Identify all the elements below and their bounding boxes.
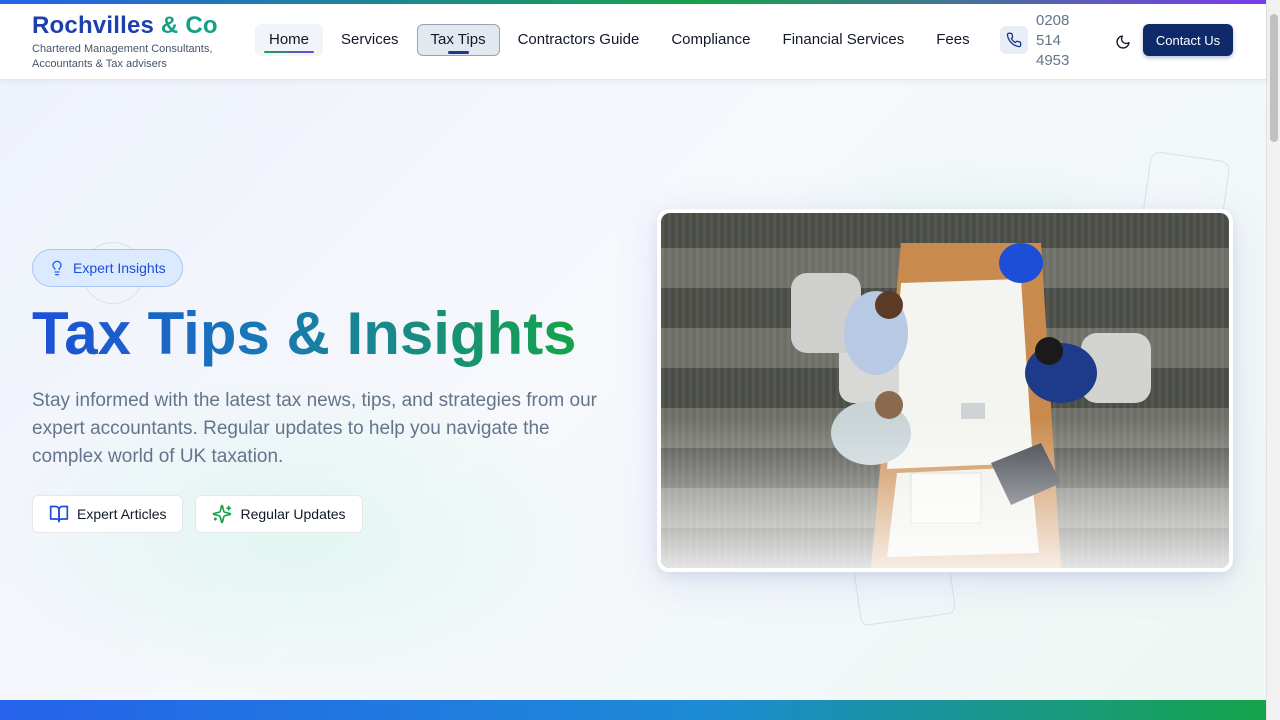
- sparkles-icon: [213, 504, 232, 524]
- brand-logo[interactable]: Rochvilles & Co Chartered Management Con…: [32, 12, 232, 72]
- expert-articles-chip: Expert Articles: [32, 495, 184, 533]
- main-navigation: Home Services Tax Tips Contractors Guide…: [255, 24, 984, 56]
- hero-section: Expert Insights Tax Tips & Insights Stay…: [0, 80, 1266, 700]
- site-header: Rochvilles & Co Chartered Management Con…: [0, 4, 1266, 80]
- phone-link[interactable]: 0208 514 4953: [1000, 11, 1084, 71]
- lightbulb-icon: [52, 260, 62, 276]
- nav-compliance[interactable]: Compliance: [657, 24, 764, 56]
- hero-photo-business-meeting: [661, 213, 1229, 568]
- top-accent-line: [0, 0, 1266, 4]
- chip-label: Expert Articles: [77, 506, 167, 522]
- phone-number: 0208 514 4953: [1036, 12, 1070, 69]
- nav-home[interactable]: Home: [255, 24, 324, 56]
- scrollbar-thumb[interactable]: [1270, 14, 1278, 142]
- brand-name-primary: Rochvilles: [32, 12, 155, 39]
- chip-label: Regular Updates: [240, 506, 346, 522]
- brand-name: Rochvilles & Co: [32, 12, 232, 40]
- brand-subtitle: Chartered Management Consultants, Accoun…: [32, 43, 213, 70]
- badge-label: Expert Insights: [73, 260, 166, 276]
- book-open-icon: [49, 505, 69, 523]
- brand-name-secondary: & Co: [160, 12, 218, 39]
- theme-toggle-button[interactable]: [1112, 31, 1134, 53]
- next-section-band: [0, 700, 1266, 720]
- nav-financial-services[interactable]: Financial Services: [769, 24, 919, 56]
- page-title: Tax Tips & Insights: [32, 296, 577, 372]
- phone-icon: [1000, 26, 1028, 54]
- hero-image-frame: [657, 209, 1233, 572]
- expert-insights-badge: Expert Insights: [32, 249, 183, 287]
- hero-description: Stay informed with the latest tax news, …: [32, 390, 597, 467]
- nav-fees[interactable]: Fees: [922, 24, 983, 56]
- nav-contractors-guide[interactable]: Contractors Guide: [504, 24, 654, 56]
- moon-icon: [1116, 35, 1130, 49]
- regular-updates-chip: Regular Updates: [195, 495, 363, 533]
- nav-services[interactable]: Services: [327, 24, 413, 56]
- contact-us-button[interactable]: Contact Us: [1143, 24, 1233, 56]
- hero-feature-chips: Expert Articles Regular Updates: [32, 495, 363, 533]
- page-scrollbar[interactable]: [1266, 0, 1280, 720]
- photo-fade-overlay: [661, 418, 1229, 568]
- nav-tax-tips[interactable]: Tax Tips: [416, 24, 500, 56]
